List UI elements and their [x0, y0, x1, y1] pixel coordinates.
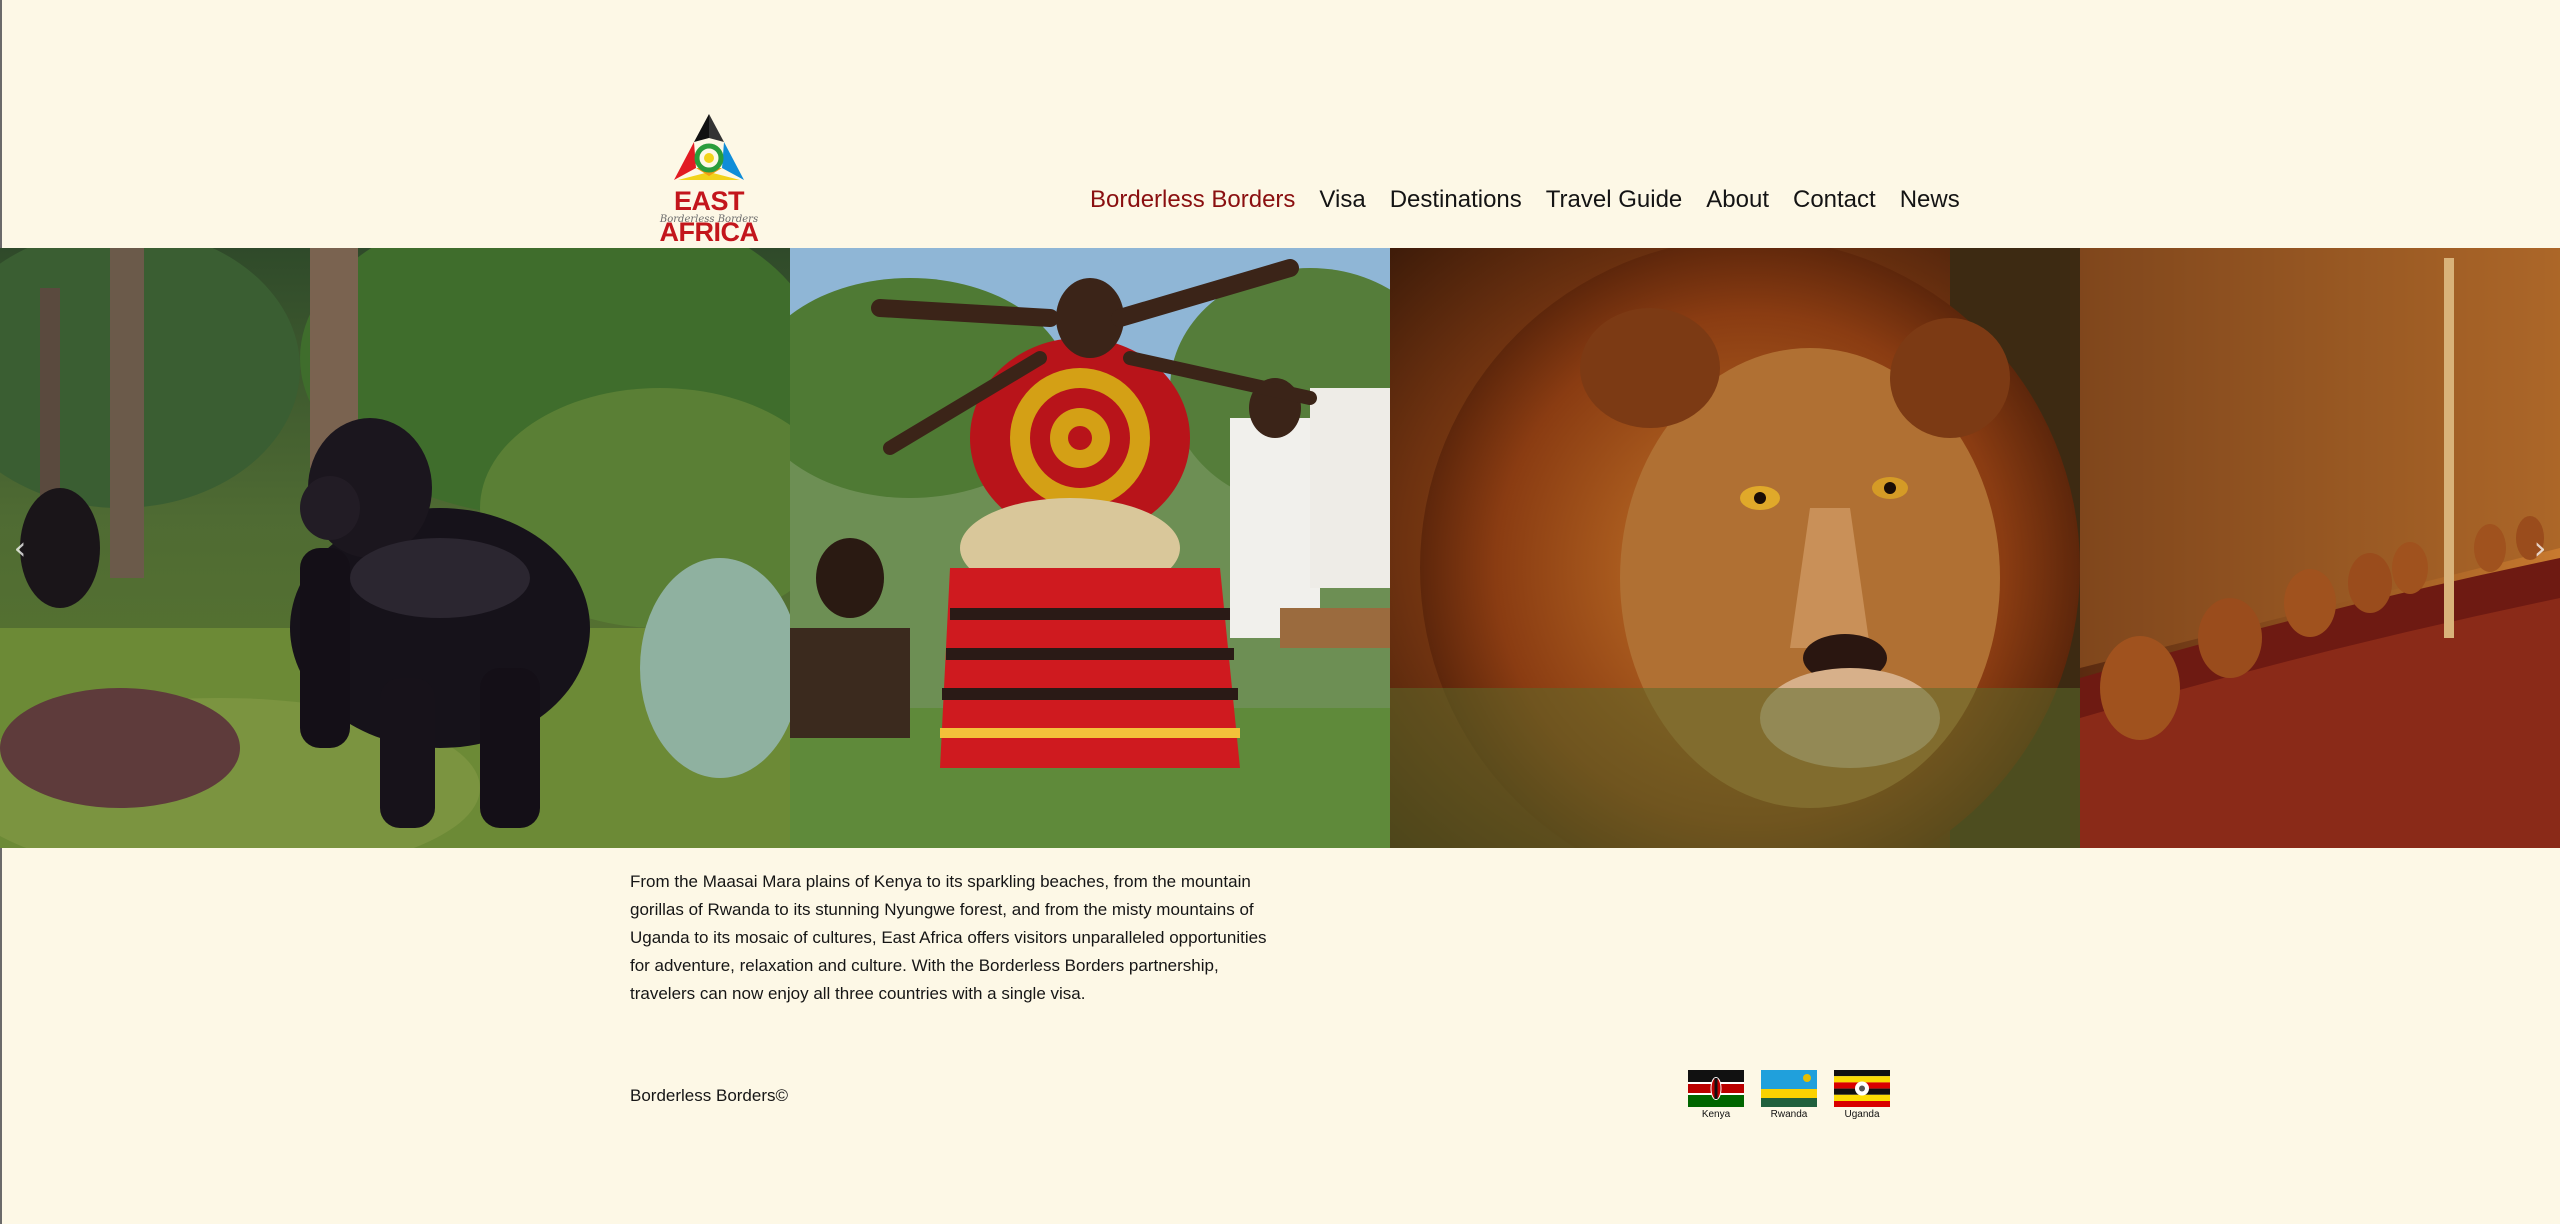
nav-destinations[interactable]: Destinations — [1390, 186, 1522, 214]
logo-tagline: Borderless Borders — [659, 214, 759, 225]
nav-contact[interactable]: Contact — [1793, 186, 1876, 214]
intro-paragraph: From the Maasai Mara plains of Kenya to … — [630, 872, 1267, 1003]
hut-interior-photo — [2080, 248, 2560, 848]
uganda-flag-icon — [1834, 1070, 1890, 1107]
rwanda-flag-icon — [1761, 1070, 1817, 1107]
hero-slideshow: ‹ › — [0, 248, 2560, 848]
dancers-photo — [790, 248, 1390, 848]
flag-kenya[interactable]: Kenya — [1688, 1070, 1744, 1120]
main-nav: Borderless Borders Visa Destinations Tra… — [1090, 186, 1960, 214]
kenya-flag-icon — [1688, 1070, 1744, 1107]
flag-label-rwanda: Rwanda — [1770, 1109, 1808, 1120]
nav-news[interactable]: News — [1900, 186, 1960, 214]
flag-label-kenya: Kenya — [1701, 1109, 1731, 1120]
flag-rwanda[interactable]: Rwanda — [1761, 1070, 1817, 1120]
nav-borderless-borders[interactable]: Borderless Borders — [1090, 186, 1295, 214]
flag-uganda[interactable]: Uganda — [1834, 1070, 1890, 1120]
flag-label-uganda: Uganda — [1844, 1109, 1880, 1120]
page: EAST AFRICA Borderless Borders Borderles… — [0, 0, 2560, 1224]
logo-triangle-icon — [672, 112, 746, 182]
nav-travel-guide[interactable]: Travel Guide — [1546, 186, 1683, 214]
copyright-text: Borderless Borders© — [630, 1086, 789, 1105]
nav-about[interactable]: About — [1706, 186, 1769, 214]
lion-photo — [1390, 248, 2080, 848]
gorilla-photo — [0, 248, 790, 848]
country-flags: Kenya Rwanda Uganda — [1688, 1070, 1890, 1120]
east-africa-logo[interactable]: EAST AFRICA Borderless Borders — [634, 108, 784, 247]
chevron-right-icon[interactable]: › — [2526, 530, 2554, 566]
chevron-left-icon[interactable]: ‹ — [6, 530, 34, 566]
nav-visa[interactable]: Visa — [1319, 186, 1365, 214]
